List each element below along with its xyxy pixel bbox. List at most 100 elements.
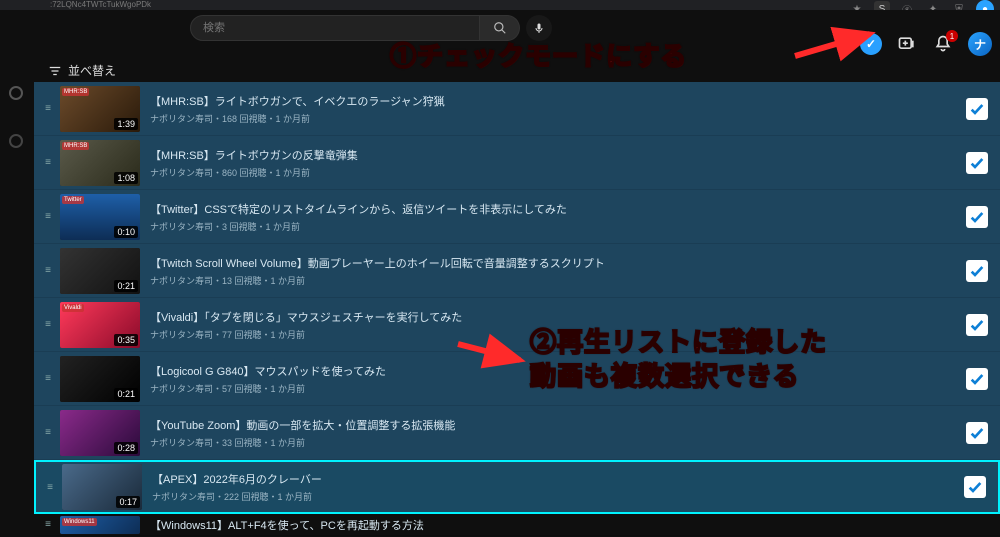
notifications-button[interactable]: 1	[932, 33, 954, 55]
playlist-row[interactable]: ≡ Twitter0:10 【Twitter】CSSで特定のリストタイムラインから、…	[34, 190, 1000, 244]
video-subtext: ナポリタン寿司・13 回視聴・1 か月前	[150, 274, 966, 287]
video-subtext: ナポリタン寿司・168 回視聴・1 か月前	[150, 112, 966, 125]
notification-badge: 1	[946, 30, 958, 42]
check-mode-toggle[interactable]: ✓	[860, 33, 882, 55]
check-icon	[969, 209, 985, 225]
video-thumbnail[interactable]: 0:28	[60, 410, 140, 456]
sort-icon	[48, 64, 62, 78]
search-icon	[493, 21, 507, 35]
duration-badge: 1:08	[114, 172, 138, 184]
thumbnail-badge: Windows11	[62, 518, 97, 526]
mic-icon	[533, 22, 545, 34]
thumbnail-badge: MHR:SB	[62, 142, 89, 150]
duration-badge: 0:28	[114, 442, 138, 454]
video-thumbnail[interactable]: MHR:SB 1:39	[60, 86, 140, 132]
check-icon	[967, 479, 983, 495]
rail-indicator	[9, 134, 23, 148]
video-subtext: ナポリタン寿司・222 回視聴・1 か月前	[152, 490, 964, 503]
video-subtext: ナポリタン寿司・3 回視聴・1 か月前	[150, 220, 966, 233]
video-title: 【YouTube Zoom】動画の一部を拡大・位置調整する拡張機能	[150, 417, 966, 433]
row-checkbox[interactable]	[966, 206, 988, 228]
thumbnail-badge: Twitter	[62, 196, 84, 204]
video-thumbnail[interactable]: MHR:SB 1:08	[60, 140, 140, 186]
playlist-row[interactable]: ≡ 0:28 【YouTube Zoom】動画の一部を拡大・位置調整する拡張機能ナポ…	[34, 406, 1000, 460]
row-checkbox[interactable]	[966, 260, 988, 282]
voice-search-button[interactable]	[526, 15, 552, 41]
video-title: 【Logicool G G840】マウスパッドを使ってみた	[150, 363, 966, 379]
video-title: 【APEX】2022年6月のクレーバー	[152, 471, 964, 487]
thumbnail-badge: MHR:SB	[62, 88, 89, 96]
drag-handle-icon[interactable]: ≡	[40, 157, 56, 168]
check-icon	[969, 425, 985, 441]
video-meta: 【Twitter】CSSで特定のリストタイムラインから、返信ツイートを非表示にし…	[150, 201, 966, 233]
video-title: 【Vivaldi】「タブを閉じる」マウスジェスチャーを実行してみた	[150, 309, 966, 325]
check-icon	[969, 317, 985, 333]
video-title: 【MHR:SB】ライトボウガンで、イベクエのラージャン狩猟	[150, 93, 966, 109]
check-icon: ✓	[866, 37, 876, 51]
video-subtext: ナポリタン寿司・33 回視聴・1 か月前	[150, 436, 966, 449]
drag-handle-icon[interactable]: ≡	[40, 211, 56, 222]
duration-badge: 0:35	[114, 334, 138, 346]
row-checkbox[interactable]	[964, 476, 986, 498]
thumbnail-badge: Vivaldi	[62, 304, 84, 312]
row-checkbox[interactable]	[966, 98, 988, 120]
duration-badge: 0:21	[114, 388, 138, 400]
playlist-row[interactable]: ≡ 0:17 【APEX】2022年6月のクレーバーナポリタン寿司・222 回視聴・…	[34, 460, 1000, 514]
video-meta: 【APEX】2022年6月のクレーバーナポリタン寿司・222 回視聴・1 か月前	[152, 471, 964, 503]
avatar[interactable]: ナ	[968, 32, 992, 56]
video-title: 【Twitter】CSSで特定のリストタイムラインから、返信ツイートを非表示にし…	[150, 201, 966, 217]
row-checkbox[interactable]	[966, 368, 988, 390]
playlist-row[interactable]: ≡ Windows11 【Windows11】ALT+F4を使って、PCを再起動する…	[34, 514, 1000, 536]
row-checkbox[interactable]	[966, 314, 988, 336]
drag-handle-icon[interactable]: ≡	[40, 265, 56, 276]
drag-handle-icon[interactable]: ≡	[40, 427, 56, 438]
video-title: 【MHR:SB】ライトボウガンの反撃竜弾集	[150, 147, 966, 163]
check-icon	[969, 155, 985, 171]
video-meta: 【Windows11】ALT+F4を使って、PCを再起動する方法	[150, 517, 994, 533]
left-rail	[0, 46, 32, 537]
row-checkbox[interactable]	[966, 422, 988, 444]
playlist-row[interactable]: ≡ MHR:SB 1:08 【MHR:SB】ライトボウガンの反撃竜弾集ナポリタン寿司・…	[34, 136, 1000, 190]
video-subtext: ナポリタン寿司・860 回視聴・1 か月前	[150, 166, 966, 179]
drag-handle-icon[interactable]: ≡	[40, 319, 56, 330]
row-checkbox[interactable]	[966, 152, 988, 174]
video-thumbnail[interactable]: Twitter0:10	[60, 194, 140, 240]
video-meta: 【MHR:SB】ライトボウガンの反撃竜弾集ナポリタン寿司・860 回視聴・1 か…	[150, 147, 966, 179]
playlist-row[interactable]: ≡ 0:21 【Logicool G G840】マウスパッドを使ってみたナポリタン寿…	[34, 352, 1000, 406]
video-meta: 【MHR:SB】ライトボウガンで、イベクエのラージャン狩猟ナポリタン寿司・168…	[150, 93, 966, 125]
playlist-row[interactable]: ≡ Vivaldi 0:35 【Vivaldi】「タブを閉じる」マウスジェスチャーを実…	[34, 298, 1000, 352]
top-right-actions: ✓ 1 ナ	[860, 32, 992, 56]
playlist-row[interactable]: ≡ 0:21 【Twitch Scroll Wheel Volume】動画プレーヤー…	[34, 244, 1000, 298]
sort-button[interactable]: 並べ替え	[48, 62, 116, 79]
playlist: ≡ MHR:SB 1:39 【MHR:SB】ライトボウガンで、イベクエのラージャン狩猟…	[34, 82, 1000, 537]
video-meta: 【Vivaldi】「タブを閉じる」マウスジェスチャーを実行してみたナポリタン寿司…	[150, 309, 966, 341]
rail-indicator	[9, 86, 23, 100]
check-icon	[969, 263, 985, 279]
search-button[interactable]	[480, 15, 520, 41]
video-title: 【Windows11】ALT+F4を使って、PCを再起動する方法	[150, 517, 994, 533]
drag-handle-icon[interactable]: ≡	[42, 482, 58, 493]
playlist-row[interactable]: ≡ MHR:SB 1:39 【MHR:SB】ライトボウガンで、イベクエのラージャン狩猟…	[34, 82, 1000, 136]
video-thumbnail[interactable]: Windows11	[60, 516, 140, 534]
top-bar: ✓ 1 ナ	[0, 10, 1000, 46]
drag-handle-icon[interactable]: ≡	[40, 373, 56, 384]
video-thumbnail[interactable]: 0:21	[60, 356, 140, 402]
video-thumbnail[interactable]: 0:17	[62, 464, 142, 510]
video-subtext: ナポリタン寿司・77 回視聴・1 か月前	[150, 328, 966, 341]
duration-badge: 1:39	[114, 118, 138, 130]
video-thumbnail[interactable]: Vivaldi 0:35	[60, 302, 140, 348]
check-icon	[969, 101, 985, 117]
video-subtext: ナポリタン寿司・57 回視聴・1 か月前	[150, 382, 966, 395]
video-meta: 【YouTube Zoom】動画の一部を拡大・位置調整する拡張機能ナポリタン寿司…	[150, 417, 966, 449]
duration-badge: 0:17	[116, 496, 140, 508]
drag-handle-icon[interactable]: ≡	[40, 103, 56, 114]
search-input[interactable]	[190, 15, 480, 41]
drag-handle-icon[interactable]: ≡	[40, 519, 56, 530]
create-button[interactable]	[896, 33, 918, 55]
video-thumbnail[interactable]: 0:21	[60, 248, 140, 294]
video-meta: 【Twitch Scroll Wheel Volume】動画プレーヤー上のホイー…	[150, 255, 966, 287]
check-icon	[969, 371, 985, 387]
duration-badge: 0:21	[114, 280, 138, 292]
video-title: 【Twitch Scroll Wheel Volume】動画プレーヤー上のホイー…	[150, 255, 966, 271]
sort-label: 並べ替え	[68, 62, 116, 79]
